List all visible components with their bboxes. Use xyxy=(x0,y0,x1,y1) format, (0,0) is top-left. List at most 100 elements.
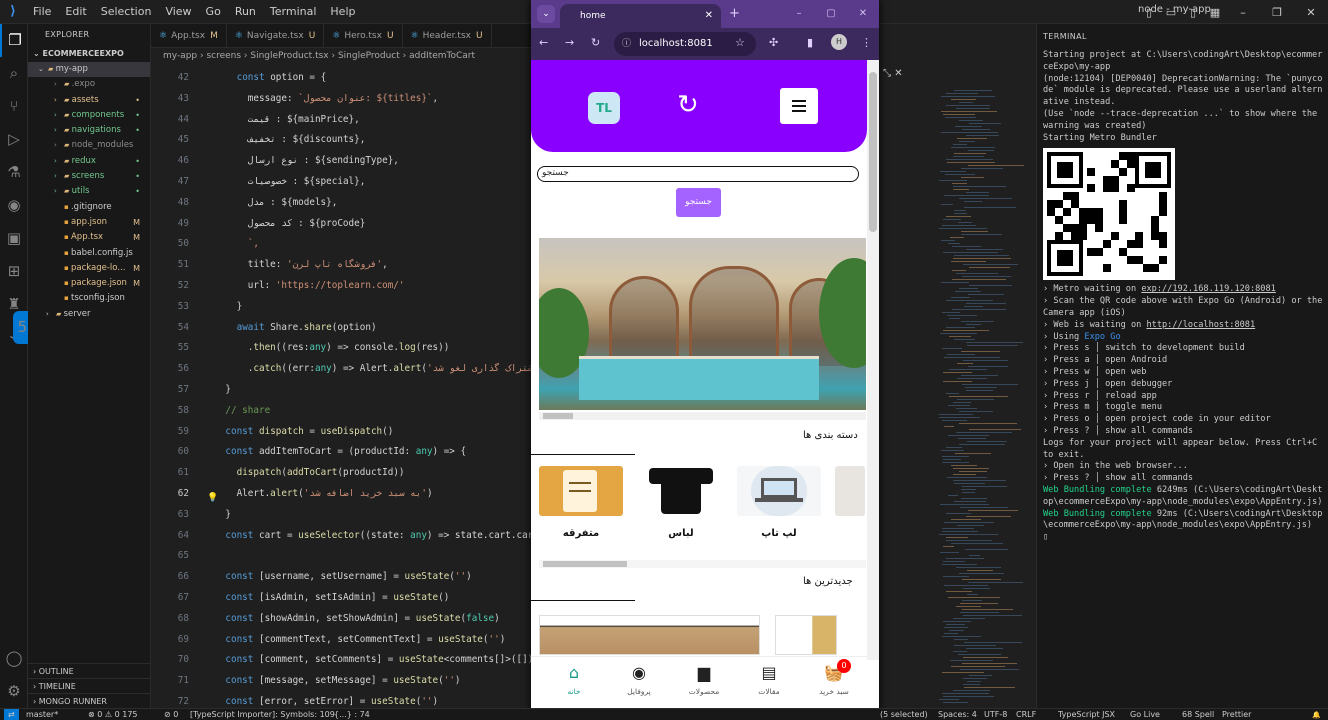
tab-header-tsx[interactable]: ⚛ Header.tsx U xyxy=(403,24,492,47)
hero-slider-image[interactable] xyxy=(539,238,866,410)
status-golive[interactable]: Go Live xyxy=(1130,709,1160,720)
refresh-icon[interactable]: ↻ xyxy=(677,90,699,120)
tab-hero-tsx[interactable]: ⚛ Hero.tsx U xyxy=(324,24,403,47)
account-icon[interactable]: ◯ xyxy=(0,642,28,675)
code-line[interactable]: 69 const [commentText, setCommentText] =… xyxy=(151,630,531,651)
workspace-root[interactable]: ⌄ ECOMMERCEEXPO xyxy=(28,46,150,62)
panel-outline[interactable]: › OUTLINE xyxy=(28,663,151,678)
tab-navigate-tsx[interactable]: ⚛ Navigate.tsx U xyxy=(227,24,325,47)
layout-sidebar-icon[interactable]: ▯ xyxy=(1138,6,1160,19)
code-line[interactable]: 46 نوع ارسال : ${sendingType}, xyxy=(151,151,531,172)
panel-mongo-runner[interactable]: › MONGO RUNNER xyxy=(28,693,151,708)
layout-secondary-icon[interactable]: ▯ xyxy=(1182,6,1204,19)
code-line[interactable]: 64 const cart = useSelector((state: any)… xyxy=(151,526,545,547)
status-lang[interactable]: TypeScript JSX xyxy=(1058,709,1115,720)
status-encoding[interactable]: UTF-8 xyxy=(984,709,1007,720)
tree-item[interactable]: › ▰ utils • xyxy=(28,184,150,199)
status-branch[interactable]: master* xyxy=(26,709,58,720)
code-line[interactable]: 62 Alert.alert('به سبد خرید اضافه شد') 💡 xyxy=(151,484,531,505)
tree-item[interactable]: › ▰ .expo xyxy=(28,77,150,92)
search-icon[interactable]: ⌕ xyxy=(0,57,28,90)
category-misc[interactable]: متفرقه xyxy=(539,466,623,539)
tree-item[interactable]: ▪ app.json M xyxy=(28,215,150,230)
code-line[interactable]: 42 const option = { xyxy=(151,68,531,89)
panel-timeline[interactable]: › TIMELINE xyxy=(28,678,151,693)
hamburger-menu-button[interactable] xyxy=(780,88,818,124)
browser-minimize-button[interactable]: – xyxy=(783,0,815,28)
tree-item[interactable]: › ▰ redux • xyxy=(28,154,150,169)
code-line[interactable]: 55 .then((res:any) => console.log(res)) xyxy=(151,338,531,359)
code-line[interactable]: 59 const dispatch = useDispatch() xyxy=(151,422,531,443)
menu-item-terminal[interactable]: Terminal xyxy=(263,5,324,18)
code-line[interactable]: 61 dispatch(addToCart(productId)) xyxy=(151,463,531,484)
run-debug-icon[interactable]: ▷ xyxy=(0,123,28,156)
code-line[interactable]: 68 const [showAdmin, setShowAdmin] = use… xyxy=(151,609,531,630)
code-line[interactable]: 45 تخفیف : ${discounts}, xyxy=(151,130,531,151)
customize-layout-icon[interactable]: ▦ xyxy=(1204,6,1226,19)
browser-tab-home[interactable]: home ✕ xyxy=(560,4,721,28)
tab-app-tsx[interactable]: ⚛ App.tsx M xyxy=(151,24,227,47)
nav-home[interactable]: ⌂ خانه xyxy=(549,663,599,696)
nav-articles[interactable]: ▤ مقالات xyxy=(744,663,794,696)
tree-item[interactable]: › ▰ server xyxy=(28,307,150,322)
page-scrollbar[interactable] xyxy=(867,60,879,660)
nav-products[interactable]: ▆ محصولات xyxy=(679,663,729,696)
status-eol[interactable]: CRLF xyxy=(1016,709,1036,720)
category-partial-image[interactable] xyxy=(835,466,865,516)
restore-button[interactable]: ❐ xyxy=(1260,6,1294,19)
web-url-link[interactable]: http://localhost:8081 xyxy=(1146,320,1255,330)
code-line[interactable]: 58 // share xyxy=(151,401,531,422)
tree-item[interactable]: › ▰ navigations • xyxy=(28,123,150,138)
code-line[interactable]: 47 خصوصیات : ${special}, xyxy=(151,172,531,193)
tree-item[interactable]: ▪ babel.config.js xyxy=(28,246,150,261)
extensions-puzzle-icon[interactable]: ✣ xyxy=(769,36,778,49)
slider-scrollbar[interactable] xyxy=(539,412,866,420)
category-laptop[interactable]: لپ تاپ xyxy=(737,466,821,539)
search-input[interactable]: جستجو xyxy=(537,166,859,182)
site-info-icon[interactable]: ⓘ xyxy=(622,32,631,56)
tree-item[interactable]: ▪ tsconfig.json xyxy=(28,291,150,306)
code-line[interactable]: 51 title: 'فروشگاه تاپ لرن', xyxy=(151,255,531,276)
settings-gear-icon[interactable]: ⚙ xyxy=(0,675,28,708)
code-line[interactable]: 57 } xyxy=(151,380,531,401)
tree-item[interactable]: ⌄ ▰ my-app xyxy=(28,62,150,78)
metro-url-link[interactable]: exp://192.168.119.120:8081 xyxy=(1141,284,1276,294)
bookmark-star-icon[interactable]: ☆ xyxy=(735,36,745,49)
browser-menu-icon[interactable]: ⋮ xyxy=(861,36,872,49)
app-logo[interactable]: TL xyxy=(588,92,620,124)
nav-basket[interactable]: 🧺 0 سبد خرید xyxy=(809,659,859,696)
status-selection[interactable]: (5 selected) xyxy=(880,709,928,720)
code-line[interactable]: 60 const addItemToCart = (productId: any… xyxy=(151,442,531,463)
json-icon[interactable]: ◉ xyxy=(0,189,28,222)
tree-item[interactable]: ▪ package-lo... M xyxy=(28,261,150,276)
status-ports[interactable]: ⊘ 0 xyxy=(164,709,178,720)
extensions-icon[interactable]: ⊞ xyxy=(0,255,28,288)
terminal-output[interactable]: Starting project at C:\Users\codingArt\D… xyxy=(1043,50,1323,544)
category-clothes[interactable]: لباس xyxy=(639,466,723,539)
tree-item[interactable]: ▪ App.tsx M xyxy=(28,230,150,245)
profile-avatar[interactable]: H xyxy=(831,34,847,50)
menu-item-view[interactable]: View xyxy=(158,5,198,18)
reload-page-icon[interactable]: ↻ xyxy=(591,36,600,49)
tree-item[interactable]: ▪ package.json M xyxy=(28,276,150,291)
code-line[interactable]: 43 message: `عنوان محصول: ${titles}`, xyxy=(151,89,531,110)
status-spell[interactable]: 68 Spell xyxy=(1182,709,1214,720)
back-icon[interactable]: ← xyxy=(539,36,548,49)
status-ts[interactable]: [TypeScript Importer]: Symbols: 109 xyxy=(190,709,335,720)
close-tab-icon[interactable]: ✕ xyxy=(705,4,713,28)
remote-icon[interactable]: ⇄ xyxy=(4,709,19,720)
menu-item-help[interactable]: Help xyxy=(323,5,362,18)
remote-explorer-icon[interactable]: ▣ xyxy=(0,222,28,255)
menu-item-selection[interactable]: Selection xyxy=(94,5,159,18)
tree-item[interactable]: › ▰ node_modules xyxy=(28,138,150,153)
layout-panel-icon[interactable]: ▭ xyxy=(1160,6,1182,19)
code-line[interactable]: 48 مدل : ${models}, xyxy=(151,193,531,214)
search-button[interactable]: جستجو xyxy=(676,188,721,217)
new-product-image[interactable] xyxy=(539,615,760,655)
bell-icon[interactable]: 🔔 xyxy=(1312,709,1321,720)
testing-icon[interactable]: ⚗ xyxy=(0,156,28,189)
status-prettier[interactable]: Prettier xyxy=(1222,709,1251,720)
code-line[interactable]: 44 قیمت : ${mainPrice}, xyxy=(151,110,531,131)
minimize-button[interactable]: – xyxy=(1226,6,1260,19)
collapse-icon[interactable]: ⤡ xyxy=(883,68,891,79)
